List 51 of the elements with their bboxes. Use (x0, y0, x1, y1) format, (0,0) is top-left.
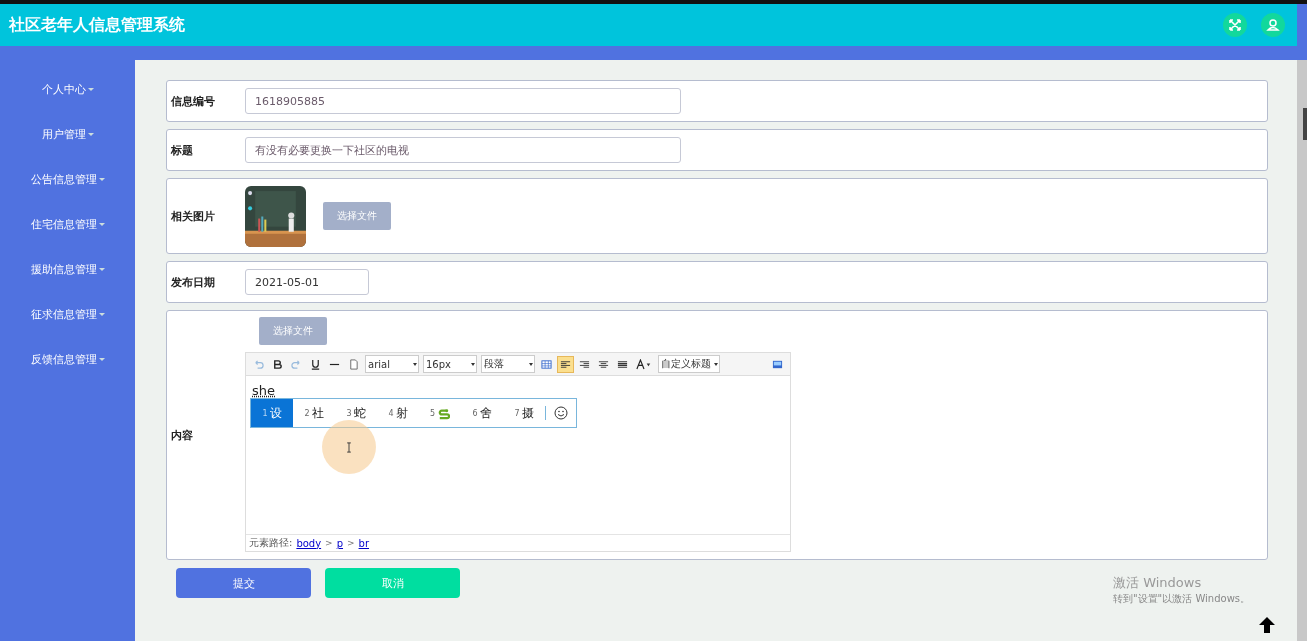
activation-title: 激活 Windows (1113, 574, 1203, 592)
path-separator: > (347, 538, 355, 548)
editor-text: she (252, 383, 275, 398)
ime-candidate[interactable]: 5 (419, 399, 461, 427)
font-size-select[interactable]: 16px (423, 355, 477, 373)
path-link[interactable]: br (358, 537, 370, 549)
field-label: 内容 (171, 427, 194, 443)
field-label: 信息编号 (171, 93, 216, 109)
caret-icon (98, 268, 105, 271)
font-select[interactable]: arial (365, 355, 419, 373)
ime-candidate[interactable]: 2 社 (293, 399, 335, 427)
ime-candidate[interactable]: 4 射 (377, 399, 419, 427)
paragraph-select[interactable]: 段落 (481, 355, 535, 373)
ime-candidate[interactable]: 6 舍 (461, 399, 503, 427)
date-field[interactable]: 2021-05-01 (245, 269, 369, 295)
text-cursor-icon (346, 441, 352, 453)
element-path-label: 元素路径: (249, 536, 293, 550)
caret-icon (471, 362, 475, 366)
caret-icon (98, 313, 105, 316)
sidebar-item[interactable]: 援助信息管理 (30, 262, 105, 307)
caret-icon (87, 88, 94, 91)
submit-button[interactable]: 提交 (176, 568, 311, 598)
ime-candidate[interactable]: 3 蛇 (335, 399, 377, 427)
activation-hint: 转到"设置"以激活 Windows。 (1113, 592, 1251, 606)
caret-icon (529, 362, 533, 366)
sidebar-item[interactable]: 征求信息管理 (30, 307, 105, 352)
caret-icon (87, 133, 94, 136)
field-label: 相关图片 (171, 208, 216, 224)
sidebar-item[interactable]: 用户管理 (41, 127, 94, 172)
caret-icon (98, 223, 105, 226)
field-label: 发布日期 (171, 274, 216, 290)
ime-candidate[interactable]: 1 设 (251, 399, 293, 427)
input-field[interactable]: 1618905885 (245, 88, 681, 114)
sidebar-item[interactable]: 公告信息管理 (30, 172, 105, 217)
sidebar-item[interactable]: 反馈信息管理 (30, 352, 105, 397)
path-link[interactable]: p (336, 537, 343, 549)
sidebar-item[interactable]: 个人中心 (41, 82, 94, 127)
custom-title-select[interactable]: 自定义标题 (658, 355, 720, 373)
caret-icon (98, 358, 105, 361)
sidebar-item[interactable]: 住宅信息管理 (30, 217, 105, 262)
path-separator: > (325, 538, 333, 548)
path-link[interactable]: body (296, 537, 322, 549)
field-label: 标题 (171, 142, 194, 158)
up-arrow-icon[interactable] (1257, 615, 1277, 635)
caret-icon (98, 178, 105, 181)
ime-candidate[interactable]: 7 摄 (503, 399, 545, 427)
app-title: 社区老年人信息管理系统 (9, 14, 185, 36)
caret-icon (714, 362, 718, 366)
align-left-icon[interactable] (558, 356, 573, 372)
caret-icon (413, 362, 417, 366)
input-field[interactable]: 有没有必要更换一下社区的电视 (245, 137, 681, 163)
